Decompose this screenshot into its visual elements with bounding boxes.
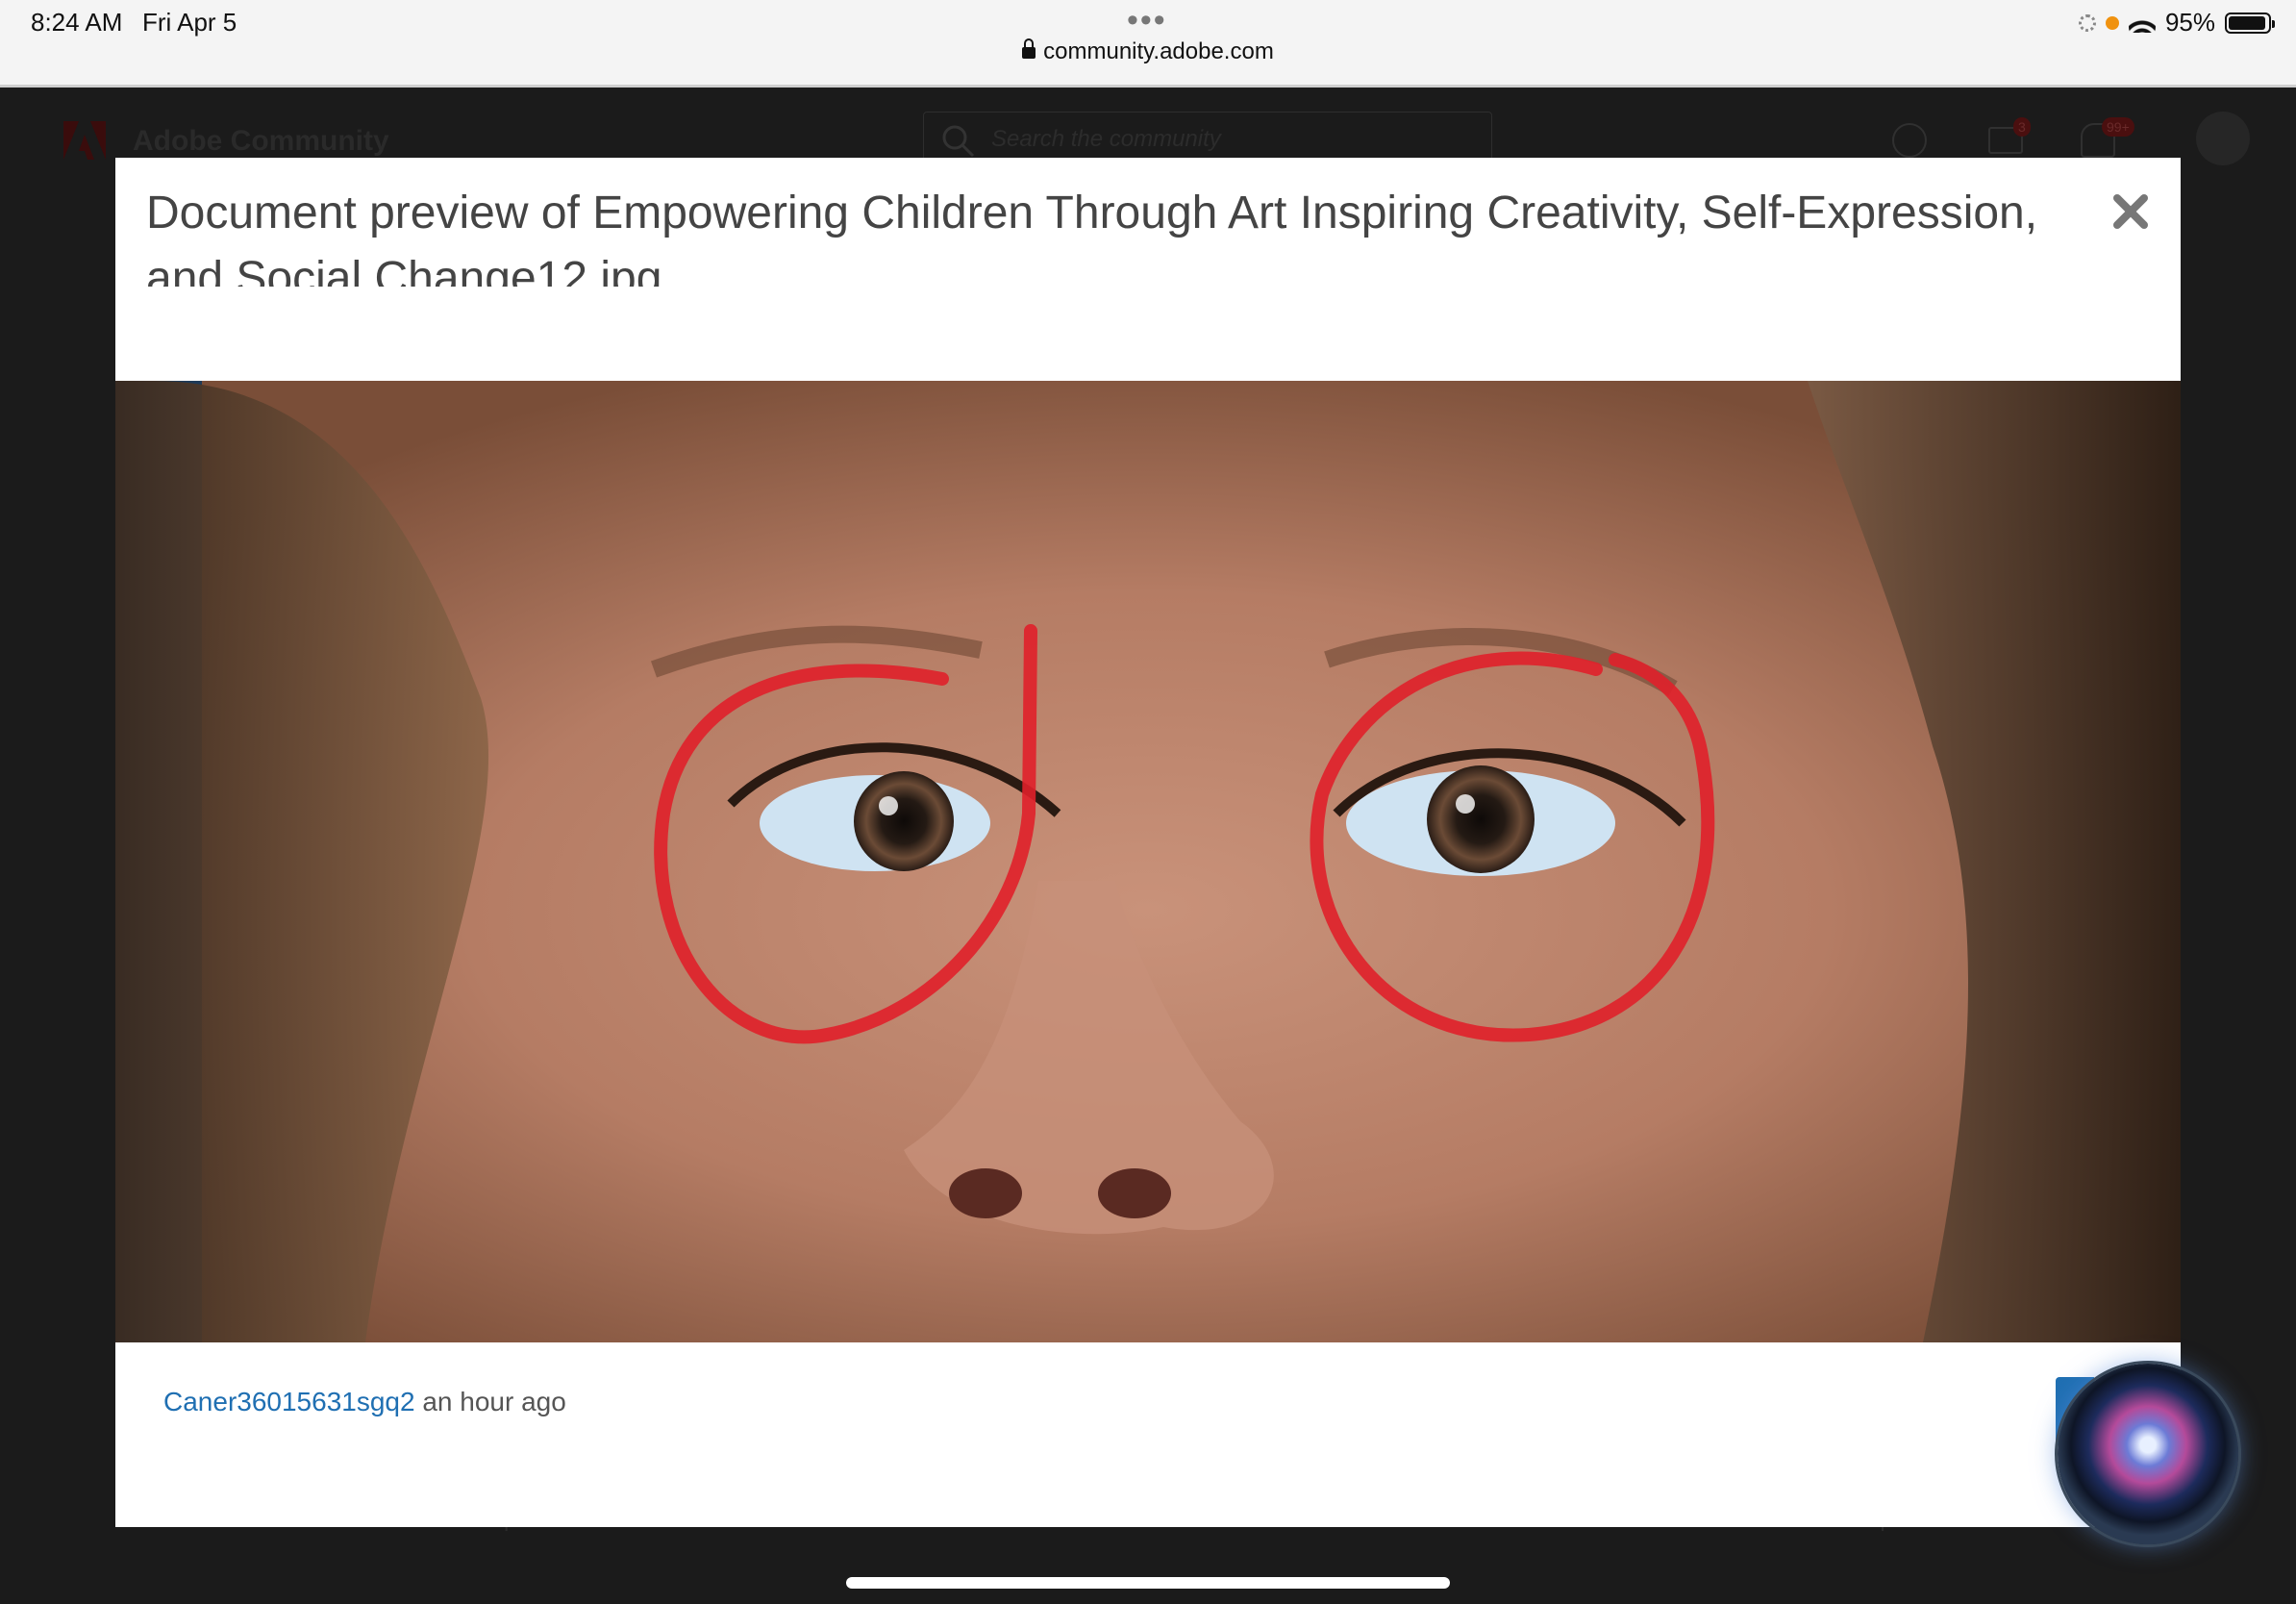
- brand-name: Adobe Community: [133, 125, 389, 157]
- activity-spinner-icon: [2078, 13, 2096, 32]
- document-preview-modal: Document preview of Empowering Children …: [115, 158, 2181, 1527]
- adobe-logo-icon: [63, 121, 106, 160]
- author-link[interactable]: Caner36015631sgq2: [163, 1387, 415, 1416]
- status-indicators: 95%: [2078, 8, 2275, 38]
- search-icon: [942, 125, 975, 158]
- address-bar[interactable]: community.adobe.com: [0, 38, 2296, 65]
- status-time: 8:24 AM: [31, 8, 123, 37]
- address-bar-url: community.adobe.com: [1043, 38, 1274, 64]
- search-placeholder: Search the community: [991, 126, 1221, 152]
- modal-title-container: Document preview of Empowering Children …: [146, 181, 2069, 287]
- globe-icon[interactable]: [1892, 123, 1927, 158]
- preview-attribution: Caner36015631sgq2 an hour ago: [163, 1387, 566, 1417]
- post-timestamp: an hour ago: [422, 1387, 566, 1416]
- status-bar: 8:24 AM Fri Apr 5 ••• community.adobe.co…: [0, 0, 2296, 88]
- battery-icon: [2225, 12, 2275, 34]
- status-date: Fri Apr 5: [142, 8, 237, 37]
- wifi-icon: [2128, 13, 2156, 33]
- close-icon[interactable]: [2109, 190, 2152, 233]
- multitasking-dots-icon[interactable]: •••: [1127, 2, 1167, 39]
- siri-orb-icon[interactable]: [2058, 1364, 2238, 1544]
- preview-image: [115, 381, 2181, 1342]
- battery-percent: 95%: [2164, 8, 2215, 37]
- user-avatar[interactable]: [2196, 112, 2250, 165]
- lock-icon: [1022, 38, 1036, 59]
- notifications-badge: 99+: [2102, 117, 2134, 137]
- modal-title: Document preview of Empowering Children …: [146, 188, 2038, 287]
- messages-badge: 3: [2013, 117, 2031, 137]
- home-indicator[interactable]: [846, 1577, 1450, 1589]
- microphone-indicator-icon: [2105, 15, 2119, 30]
